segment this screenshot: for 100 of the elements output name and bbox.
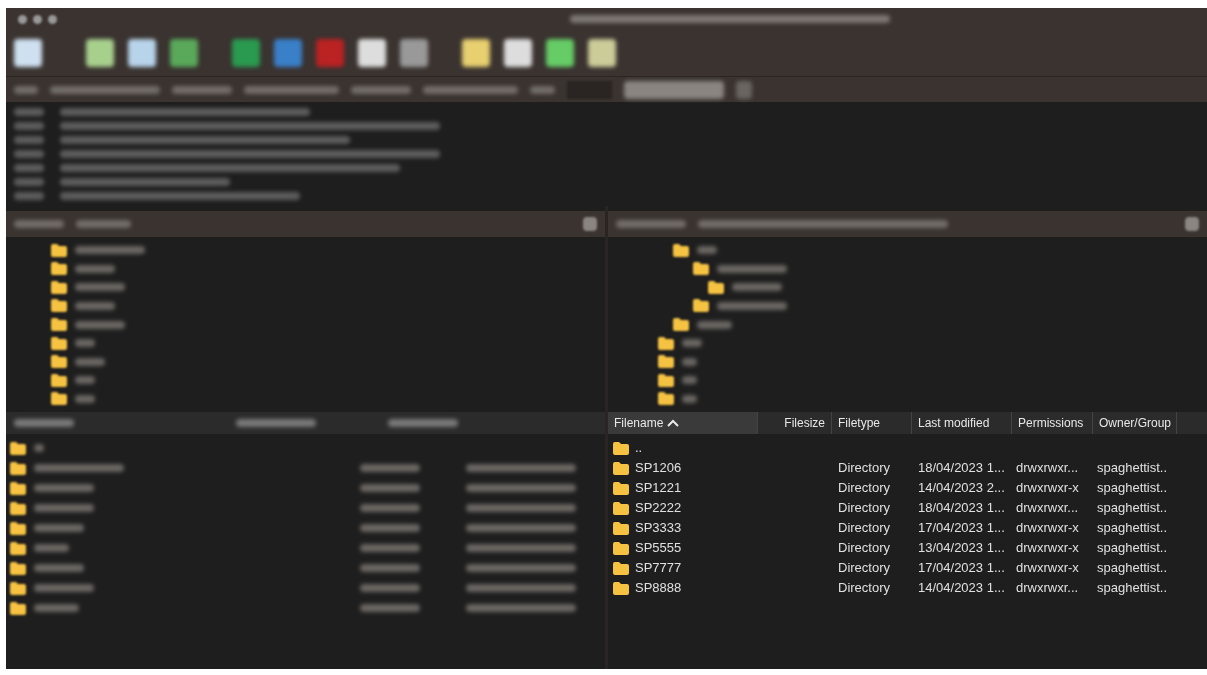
blurred-text (75, 301, 115, 310)
folder-icon (10, 581, 26, 595)
permissions: drwxrwxr-x (1016, 480, 1079, 496)
folder-icon (658, 355, 674, 369)
dropdown-button[interactable] (736, 80, 752, 99)
quickconnect-button[interactable] (624, 80, 724, 99)
toolbar-icon[interactable] (400, 39, 428, 67)
folder-icon (51, 392, 67, 406)
blurred-text (75, 394, 95, 403)
blurred-text (75, 264, 115, 273)
folder-icon (51, 373, 67, 387)
modified-date: 14/04/2023 2... (918, 480, 1005, 496)
sort-ascending-icon (667, 419, 680, 427)
blurred-text (75, 283, 125, 292)
blurred-text (732, 283, 782, 292)
blurred-text (697, 320, 732, 329)
blurred-text (75, 376, 95, 385)
toolbar-icon[interactable] (170, 39, 198, 67)
folder-icon (613, 561, 629, 575)
folder-icon (693, 262, 709, 276)
owner-group: spaghettist.. (1097, 480, 1168, 496)
toolbar-icon[interactable] (462, 39, 490, 67)
blurred-text (34, 524, 84, 532)
folder-icon (613, 541, 629, 555)
toolbar-icon[interactable] (546, 39, 574, 67)
file-type: Directory (838, 560, 890, 576)
blurred-text (75, 357, 105, 366)
blurred-text (360, 584, 420, 592)
toolbar-icon[interactable] (86, 39, 114, 67)
file-name[interactable]: .. (635, 438, 643, 458)
blurred-text (14, 192, 44, 200)
blurred-text (34, 544, 69, 552)
folder-icon (10, 541, 26, 555)
blurred-text (360, 464, 420, 472)
blurred-text (388, 419, 458, 427)
toolbar-icon[interactable] (358, 39, 386, 67)
folder-icon (10, 521, 26, 535)
file-name[interactable]: SP5555 (635, 538, 682, 558)
dropdown-button[interactable] (583, 217, 597, 231)
folder-icon (10, 461, 26, 475)
file-name[interactable]: SP8888 (635, 578, 682, 598)
toolbar-icon[interactable] (274, 39, 302, 67)
blurred-text (717, 301, 787, 310)
folder-icon (613, 521, 629, 535)
blurred-text (717, 264, 787, 273)
toolbar-icon[interactable] (316, 39, 344, 67)
folder-icon (10, 501, 26, 515)
blurred-text (14, 122, 44, 130)
permissions: drwxrwxr-x (1016, 560, 1079, 576)
modified-date: 18/04/2023 1... (918, 500, 1005, 516)
folder-icon (51, 262, 67, 276)
blurred-text (34, 444, 44, 452)
modified-date: 13/04/2023 1... (918, 540, 1005, 556)
blurred-text (34, 604, 79, 612)
blurred-text (75, 339, 95, 348)
blurred-text (14, 85, 38, 94)
toolbar-icon[interactable] (14, 39, 42, 67)
file-type: Directory (838, 540, 890, 556)
owner-group: spaghettist.. (1097, 540, 1168, 556)
folder-icon (613, 461, 629, 475)
file-name[interactable]: SP3333 (635, 518, 682, 538)
toolbar-icon[interactable] (232, 39, 260, 67)
folder-icon (51, 355, 67, 369)
toolbar-icon[interactable] (128, 39, 156, 67)
folder-icon (658, 336, 674, 350)
blurred-text (616, 220, 686, 228)
folder-icon (10, 561, 26, 575)
folder-icon (51, 280, 67, 294)
toolbar-icon[interactable] (588, 39, 616, 67)
owner-group: spaghettist.. (1097, 500, 1168, 516)
blurred-text (360, 544, 420, 552)
column-header[interactable]: Filename (608, 412, 758, 434)
file-name[interactable]: SP1206 (635, 458, 682, 478)
blurred-text (360, 564, 420, 572)
file-name[interactable]: SP7777 (635, 558, 682, 578)
blurred-text (172, 85, 232, 94)
owner-group: spaghettist.. (1097, 580, 1168, 596)
blurred-text (34, 504, 94, 512)
blurred-text (14, 419, 74, 427)
blurred-text (530, 85, 555, 94)
toolbar-icon[interactable] (504, 39, 532, 67)
folder-icon (673, 318, 689, 332)
folder-icon (613, 501, 629, 515)
blurred-text (351, 85, 411, 94)
blurred-text (14, 108, 44, 116)
blurred-text (34, 584, 94, 592)
window-controls-icon[interactable] (18, 14, 57, 24)
file-name[interactable]: SP2222 (635, 498, 682, 518)
permissions: drwxrwxr... (1016, 460, 1079, 476)
blurred-text (75, 246, 145, 255)
file-name[interactable]: SP1221 (635, 478, 682, 498)
file-type: Directory (838, 520, 890, 536)
permissions: drwxrwxr-x (1016, 520, 1079, 536)
blurred-text (682, 376, 697, 385)
owner-group: spaghettist.. (1097, 560, 1168, 576)
blurred-text (14, 150, 44, 158)
dropdown-button[interactable] (1185, 217, 1199, 231)
blurred-text (14, 178, 44, 186)
modified-date: 14/04/2023 1... (918, 580, 1005, 596)
owner-group: spaghettist.. (1097, 520, 1168, 536)
